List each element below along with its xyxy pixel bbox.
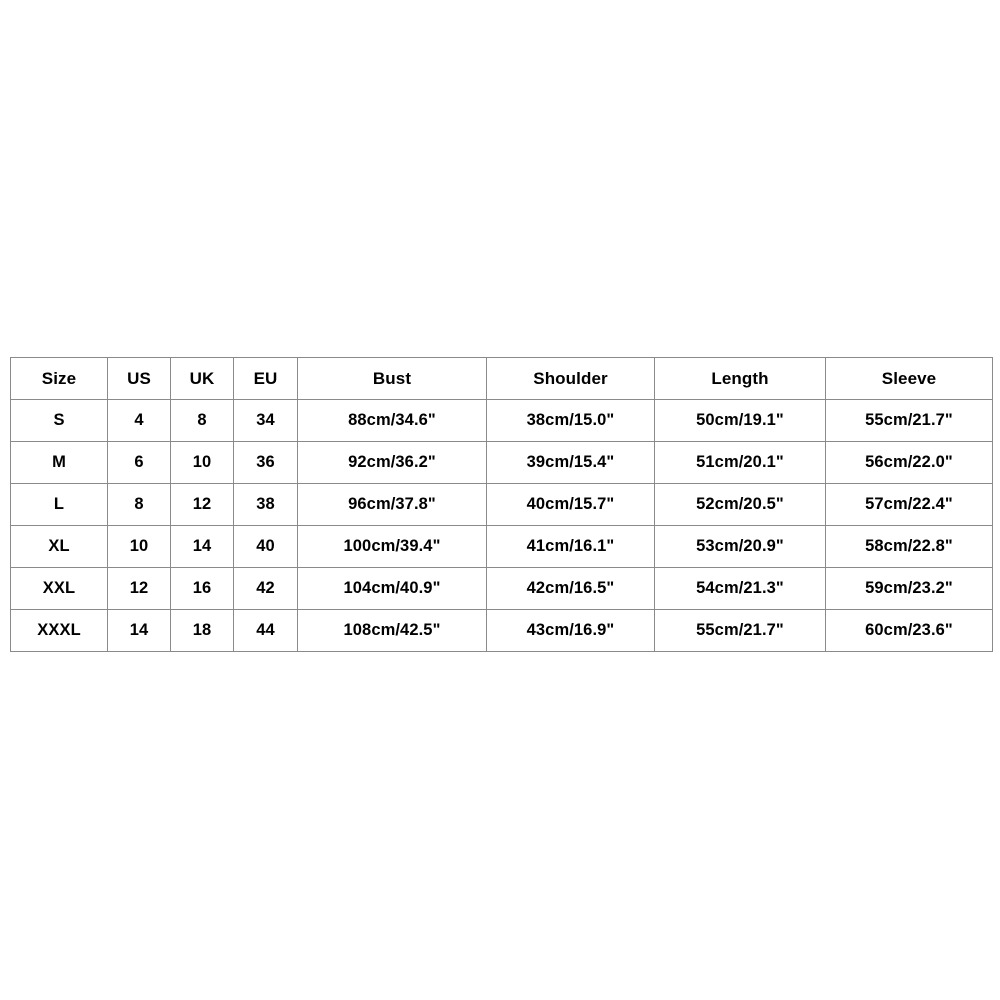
- cell-bust: 104cm/40.9": [297, 567, 487, 610]
- size-chart-header: Size US UK EU Bust Shoulder Length Sleev…: [10, 357, 993, 400]
- cell-uk: 10: [170, 441, 234, 484]
- cell-length: 53cm/20.9": [654, 525, 826, 568]
- cell-uk: 14: [170, 525, 234, 568]
- cell-uk: 8: [170, 399, 234, 442]
- column-header-sleeve: Sleeve: [825, 357, 993, 400]
- column-header-uk: UK: [170, 357, 234, 400]
- cell-shoulder: 38cm/15.0": [486, 399, 655, 442]
- cell-length: 50cm/19.1": [654, 399, 826, 442]
- cell-size: XXL: [10, 567, 108, 610]
- cell-uk: 16: [170, 567, 234, 610]
- cell-us: 4: [107, 399, 171, 442]
- cell-length: 54cm/21.3": [654, 567, 826, 610]
- cell-bust: 88cm/34.6": [297, 399, 487, 442]
- cell-eu: 40: [233, 525, 298, 568]
- cell-us: 14: [107, 609, 171, 652]
- cell-us: 8: [107, 483, 171, 526]
- cell-sleeve: 55cm/21.7": [825, 399, 993, 442]
- size-chart-container: Size US UK EU Bust Shoulder Length Sleev…: [10, 357, 993, 652]
- cell-uk: 18: [170, 609, 234, 652]
- column-header-bust: Bust: [297, 357, 487, 400]
- cell-eu: 34: [233, 399, 298, 442]
- cell-sleeve: 59cm/23.2": [825, 567, 993, 610]
- cell-eu: 38: [233, 483, 298, 526]
- column-header-shoulder: Shoulder: [486, 357, 655, 400]
- cell-bust: 108cm/42.5": [297, 609, 487, 652]
- column-header-us: US: [107, 357, 171, 400]
- column-header-length: Length: [654, 357, 826, 400]
- cell-bust: 96cm/37.8": [297, 483, 487, 526]
- cell-size: L: [10, 483, 108, 526]
- column-header-size: Size: [10, 357, 108, 400]
- page-root: Size US UK EU Bust Shoulder Length Sleev…: [0, 0, 1000, 1000]
- table-row: XXXL 14 18 44 108cm/42.5" 43cm/16.9" 55c…: [10, 609, 993, 652]
- table-row: L 8 12 38 96cm/37.8" 40cm/15.7" 52cm/20.…: [10, 483, 993, 526]
- size-chart-body: S 4 8 34 88cm/34.6" 38cm/15.0" 50cm/19.1…: [10, 399, 993, 652]
- cell-shoulder: 40cm/15.7": [486, 483, 655, 526]
- cell-sleeve: 57cm/22.4": [825, 483, 993, 526]
- cell-size: M: [10, 441, 108, 484]
- cell-sleeve: 60cm/23.6": [825, 609, 993, 652]
- table-header-row: Size US UK EU Bust Shoulder Length Sleev…: [10, 357, 993, 400]
- cell-shoulder: 39cm/15.4": [486, 441, 655, 484]
- table-row: M 6 10 36 92cm/36.2" 39cm/15.4" 51cm/20.…: [10, 441, 993, 484]
- cell-size: S: [10, 399, 108, 442]
- cell-us: 10: [107, 525, 171, 568]
- cell-shoulder: 43cm/16.9": [486, 609, 655, 652]
- cell-shoulder: 42cm/16.5": [486, 567, 655, 610]
- cell-length: 52cm/20.5": [654, 483, 826, 526]
- table-row: XXL 12 16 42 104cm/40.9" 42cm/16.5" 54cm…: [10, 567, 993, 610]
- cell-size: XL: [10, 525, 108, 568]
- cell-shoulder: 41cm/16.1": [486, 525, 655, 568]
- cell-eu: 36: [233, 441, 298, 484]
- cell-bust: 92cm/36.2": [297, 441, 487, 484]
- cell-eu: 44: [233, 609, 298, 652]
- table-row: S 4 8 34 88cm/34.6" 38cm/15.0" 50cm/19.1…: [10, 399, 993, 442]
- cell-us: 6: [107, 441, 171, 484]
- cell-length: 55cm/21.7": [654, 609, 826, 652]
- cell-size: XXXL: [10, 609, 108, 652]
- cell-uk: 12: [170, 483, 234, 526]
- size-chart-table: Size US UK EU Bust Shoulder Length Sleev…: [10, 357, 993, 652]
- cell-bust: 100cm/39.4": [297, 525, 487, 568]
- cell-length: 51cm/20.1": [654, 441, 826, 484]
- cell-us: 12: [107, 567, 171, 610]
- table-row: XL 10 14 40 100cm/39.4" 41cm/16.1" 53cm/…: [10, 525, 993, 568]
- column-header-eu: EU: [233, 357, 298, 400]
- cell-eu: 42: [233, 567, 298, 610]
- cell-sleeve: 58cm/22.8": [825, 525, 993, 568]
- cell-sleeve: 56cm/22.0": [825, 441, 993, 484]
